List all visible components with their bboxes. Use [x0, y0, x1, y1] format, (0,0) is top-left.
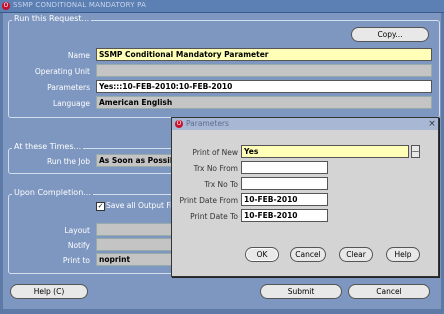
- print-date-to-field[interactable]: 10-FEB-2010: [241, 209, 328, 222]
- run-request-group-label: Run this Request...: [12, 14, 92, 23]
- oracle-logo-icon: O: [2, 2, 10, 10]
- parameters-label: Parameters: [47, 83, 90, 92]
- print-date-from-label: Print Date From: [179, 196, 238, 205]
- language-label: Language: [52, 99, 90, 108]
- layout-label: Layout: [64, 226, 91, 235]
- list-of-values-button[interactable]: —: [411, 145, 420, 158]
- language-field[interactable]: American English: [96, 96, 432, 109]
- window-titlebar[interactable]: O SSMP CONDITIONAL MANDATORY PA: [0, 0, 444, 13]
- print-of-new-field[interactable]: Yes: [241, 145, 409, 158]
- trx-no-from-field[interactable]: [241, 161, 328, 174]
- print-date-from-field[interactable]: 10-FEB-2010: [241, 193, 328, 206]
- operating-unit-field[interactable]: [96, 64, 432, 77]
- copy-button[interactable]: Copy...: [351, 27, 429, 42]
- submit-button[interactable]: Submit: [260, 284, 342, 299]
- dialog-cancel-button[interactable]: Cancel: [290, 247, 326, 262]
- parameters-dialog-title: Parameters: [186, 119, 229, 128]
- trx-no-to-field[interactable]: [241, 177, 328, 190]
- parameters-dialog: O Parameters × Print of New Yes — Trx No…: [171, 117, 439, 277]
- run-job-label: Run the Job: [46, 157, 90, 166]
- dialog-help-button[interactable]: Help: [386, 247, 420, 262]
- print-of-new-label: Print of New: [192, 148, 238, 157]
- operating-unit-label: Operating Unit: [34, 67, 90, 76]
- help-button[interactable]: Help (C): [10, 284, 88, 299]
- save-output-checkbox[interactable]: ✓: [96, 202, 105, 211]
- parameters-field[interactable]: Yes:::10-FEB-2010:10-FEB-2010: [96, 80, 432, 93]
- oracle-logo-icon: O: [175, 120, 183, 128]
- window-title: SSMP CONDITIONAL MANDATORY PA: [13, 1, 147, 9]
- trx-no-from-label: Trx No From: [193, 164, 238, 173]
- parameters-dialog-titlebar[interactable]: O Parameters ×: [172, 118, 438, 130]
- cancel-button[interactable]: Cancel: [348, 284, 430, 299]
- ok-button[interactable]: OK: [245, 247, 279, 262]
- name-label: Name: [67, 51, 90, 60]
- clear-button[interactable]: Clear: [339, 247, 373, 262]
- trx-no-to-label: Trx No To: [204, 180, 238, 189]
- name-field[interactable]: SSMP Conditional Mandatory Parameter: [96, 48, 432, 61]
- upon-completion-group-label: Upon Completion...: [12, 188, 93, 197]
- notify-label: Notify: [67, 241, 90, 250]
- print-date-to-label: Print Date To: [190, 212, 238, 221]
- print-to-label: Print to: [62, 256, 90, 265]
- at-these-times-group-label: At these Times...: [12, 142, 84, 151]
- save-output-label: Save all Output Fil: [106, 201, 175, 210]
- close-icon[interactable]: ×: [427, 118, 437, 130]
